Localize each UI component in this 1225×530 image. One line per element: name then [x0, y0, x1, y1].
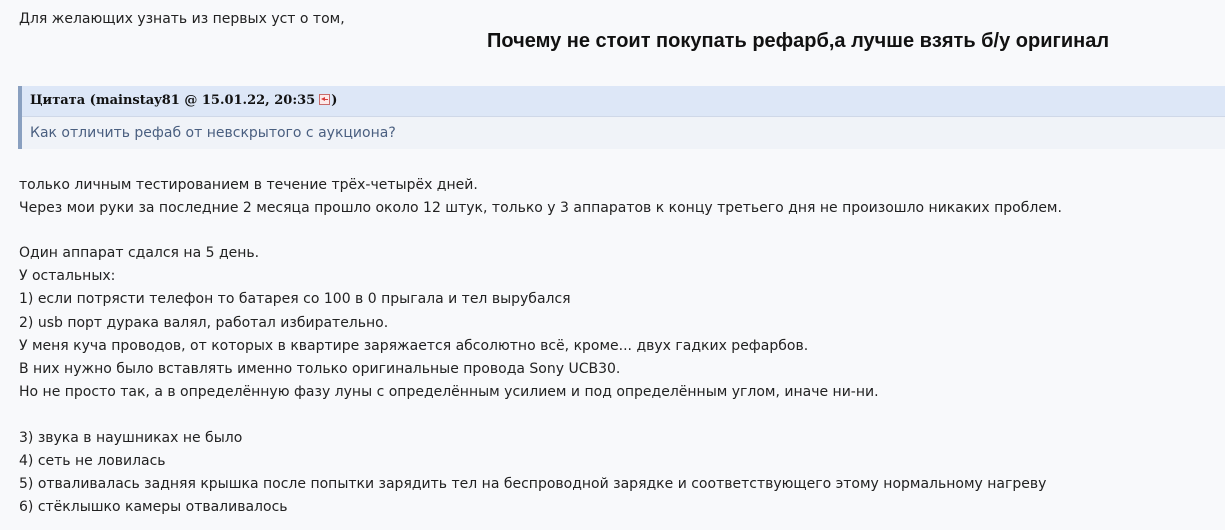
quote-attribution: Цитата (mainstay81 @ 15.01.22, 20:35	[30, 93, 316, 108]
post-line: Но не просто так, а в определённую фазу …	[19, 384, 879, 400]
quote-block: Цитата (mainstay81 @ 15.01.22, 20:35) Ка…	[18, 86, 1225, 149]
arrow-left-icon[interactable]	[319, 94, 331, 105]
post-line: Через мои руки за последние 2 месяца про…	[19, 200, 1062, 216]
post-line: 6) стёклышко камеры отваливалось	[19, 499, 288, 515]
post-line: У остальных:	[19, 268, 116, 284]
forum-post: Для желающих узнать из первых уст о том,…	[0, 0, 1225, 530]
post-line: Один аппарат сдался на 5 день.	[19, 245, 260, 261]
quote-header: Цитата (mainstay81 @ 15.01.22, 20:35)	[22, 86, 1225, 117]
post-headline: Почему не стоит покупать рефарб,а лучше …	[487, 30, 1110, 52]
post-line: У меня куча проводов, от которых в кварт…	[19, 338, 809, 354]
post-line: 1) если потрясти телефон то батарея со 1…	[19, 291, 571, 307]
post-intro: Для желающих узнать из первых уст о том,	[19, 11, 345, 27]
quote-text: Как отличить рефаб от невскрытого с аукц…	[30, 125, 396, 141]
post-line: 5) отваливалась задняя крышка после попы…	[19, 476, 1047, 492]
quote-title-close: )	[331, 93, 338, 108]
post-line: только личным тестированием в течение тр…	[19, 177, 478, 193]
post-line: 2) usb порт дурака валял, работал избира…	[19, 315, 389, 331]
post-line: В них нужно было вставлять именно только…	[19, 361, 621, 377]
quote-title: Цитата (mainstay81 @ 15.01.22, 20:35)	[30, 92, 337, 110]
post-line: 4) сеть не ловилась	[19, 453, 166, 469]
post-line: 3) звука в наушниках не было	[19, 430, 243, 446]
